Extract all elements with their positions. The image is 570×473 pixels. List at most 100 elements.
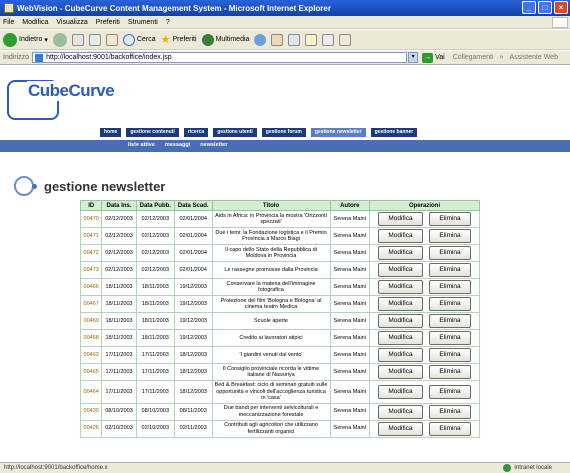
menu-modifica[interactable]: Modifica <box>22 19 48 26</box>
address-dropdown-button[interactable]: ▾ <box>408 52 419 63</box>
nav-home[interactable]: home <box>100 128 122 137</box>
row-data-ins: 02/12/2003 <box>101 244 137 262</box>
multimedia-button[interactable]: Multimedia <box>201 33 249 46</box>
menu-strumenti[interactable]: Strumenti <box>128 19 158 26</box>
modifica-button[interactable]: Modifica <box>378 421 423 436</box>
row-data-scad: 08/11/2003 <box>173 402 213 421</box>
zone-label: Intranet locale <box>514 465 552 471</box>
ie-app-icon <box>4 3 14 13</box>
modifica-button[interactable]: Modifica <box>378 263 423 277</box>
elimina-button[interactable]: Elimina <box>429 212 471 226</box>
modifica-button[interactable]: Modifica <box>378 280 423 294</box>
subnav-newsletter[interactable]: newsletter <box>200 142 227 148</box>
forward-arrow-icon[interactable] <box>52 32 67 47</box>
favorites-button[interactable]: ★ Preferiti <box>161 33 197 46</box>
row-data-pubb: 18/11/2003 <box>135 329 175 347</box>
status-bar: http://localhost:9001/backoffice/home.x … <box>0 462 570 473</box>
row-titolo: Aids in Africa: in Provincia la mostra '… <box>211 210 331 228</box>
discuss-icon[interactable] <box>322 33 335 46</box>
row-titolo: Due bandi per interventi selvicolturali … <box>211 402 331 421</box>
menu-bar: File Modifica Visualizza Preferiti Strum… <box>0 16 570 29</box>
row-autore: Serena Maini <box>329 312 371 330</box>
nav-gestione-newsletter[interactable]: gestione newsletter <box>310 128 366 137</box>
search-button[interactable]: Cerca <box>122 33 156 46</box>
site-logo[interactable]: CubeCurve <box>27 81 116 101</box>
edit-icon[interactable] <box>305 33 318 46</box>
elimina-button[interactable]: Elimina <box>429 229 471 243</box>
newsletter-table: ID Data Ins. Data Pubb. Data Scad. Titol… <box>79 200 480 438</box>
modifica-button[interactable]: Modifica <box>378 384 423 399</box>
nav-ricerca[interactable]: ricerca <box>183 128 209 137</box>
menu-visualizza[interactable]: Visualizza <box>56 19 87 26</box>
nav-gestione-contenuti[interactable]: gestione contenuti <box>126 128 179 137</box>
nav-gestione-banner[interactable]: gestione banner <box>370 128 418 137</box>
row-autore: Serena Maini <box>329 227 371 245</box>
elimina-button[interactable]: Elimina <box>429 331 471 345</box>
modifica-button[interactable]: Modifica <box>378 331 423 345</box>
col-operazioni: Operazioni <box>369 200 480 211</box>
newsletter-table-container: ID Data Ins. Data Pubb. Data Scad. Titol… <box>79 200 480 438</box>
elimina-button[interactable]: Elimina <box>429 263 471 277</box>
elimina-button[interactable]: Elimina <box>429 280 471 294</box>
modifica-button[interactable]: Modifica <box>378 365 423 379</box>
menu-file[interactable]: File <box>3 19 14 26</box>
go-button[interactable]: → Vai <box>422 52 445 63</box>
address-bar: Indirizzo http://localhost:9001/backoffi… <box>0 51 570 65</box>
subnav-messaggi[interactable]: messaggi <box>165 142 190 148</box>
col-data-scad: Data Scad. <box>173 200 213 211</box>
elimina-button[interactable]: Elimina <box>429 421 471 436</box>
chevron-down-icon[interactable]: ▾ <box>44 36 48 44</box>
nav-gestione-forum[interactable]: gestione forum <box>261 128 306 137</box>
back-button[interactable]: Indietro ▾ <box>3 32 48 47</box>
elimina-button[interactable]: Elimina <box>429 348 471 362</box>
maximize-button[interactable]: □ <box>538 1 552 14</box>
row-operazioni: Modifica Elimina <box>369 363 480 381</box>
row-data-scad: 02/01/2004 <box>173 244 213 262</box>
modifica-button[interactable]: Modifica <box>378 212 423 226</box>
home-icon[interactable] <box>105 33 118 46</box>
row-autore: Serena Maini <box>329 402 371 421</box>
elimina-button[interactable]: Elimina <box>429 297 471 311</box>
mail-icon[interactable] <box>271 33 284 46</box>
chevron-right-icon[interactable]: » <box>500 54 504 61</box>
subnav-liste-attive[interactable]: liste attive <box>128 142 155 148</box>
table-row: 00463 17/11/2003 17/11/2003 18/12/2003 'I gi… <box>79 346 480 364</box>
close-button[interactable]: × <box>554 1 568 14</box>
history-icon[interactable] <box>254 33 267 46</box>
links-button[interactable]: Collegamenti <box>453 54 494 61</box>
elimina-button[interactable]: Elimina <box>429 246 471 260</box>
modifica-button[interactable]: Modifica <box>378 314 423 328</box>
row-id: 00426 <box>79 419 103 438</box>
modifica-button[interactable]: Modifica <box>378 297 423 311</box>
assistant-button[interactable]: Assistente Web <box>509 54 558 61</box>
row-data-ins: 18/11/2003 <box>101 295 137 313</box>
col-data-ins: Data Ins. <box>101 200 137 211</box>
table-row: 00464 17/11/2003 17/11/2003 18/12/2003 Bed &… <box>79 380 480 404</box>
row-operazioni: Modifica Elimina <box>369 312 480 330</box>
row-id: 00466 <box>79 278 103 296</box>
elimina-button[interactable]: Elimina <box>429 314 471 328</box>
menu-help[interactable]: ? <box>166 19 170 26</box>
modifica-button[interactable]: Modifica <box>378 404 423 419</box>
print-icon[interactable] <box>288 33 301 46</box>
row-data-ins: 17/11/2003 <box>101 380 137 404</box>
modifica-button[interactable]: Modifica <box>378 246 423 260</box>
search-icon <box>122 33 135 46</box>
refresh-icon[interactable] <box>88 33 101 46</box>
minimize-button[interactable]: _ <box>522 1 536 14</box>
stop-icon[interactable] <box>71 33 84 46</box>
window-controls: _ □ × <box>522 1 568 14</box>
elimina-button[interactable]: Elimina <box>429 384 471 399</box>
logout-link[interactable]: Log out <box>544 135 564 141</box>
nav-gestione-utenti[interactable]: gestione utenti <box>213 128 257 137</box>
elimina-button[interactable]: Elimina <box>429 365 471 379</box>
row-autore: Serena Maini <box>329 380 371 404</box>
row-autore: Serena Maini <box>329 419 371 438</box>
elimina-button[interactable]: Elimina <box>429 404 471 419</box>
address-input[interactable]: http://localhost:9001/backoffice/index.j… <box>32 52 408 63</box>
modifica-button[interactable]: Modifica <box>378 348 423 362</box>
row-id: 00472 <box>79 244 103 262</box>
messenger-icon[interactable] <box>339 33 352 46</box>
modifica-button[interactable]: Modifica <box>378 229 423 243</box>
menu-preferiti[interactable]: Preferiti <box>96 19 120 26</box>
